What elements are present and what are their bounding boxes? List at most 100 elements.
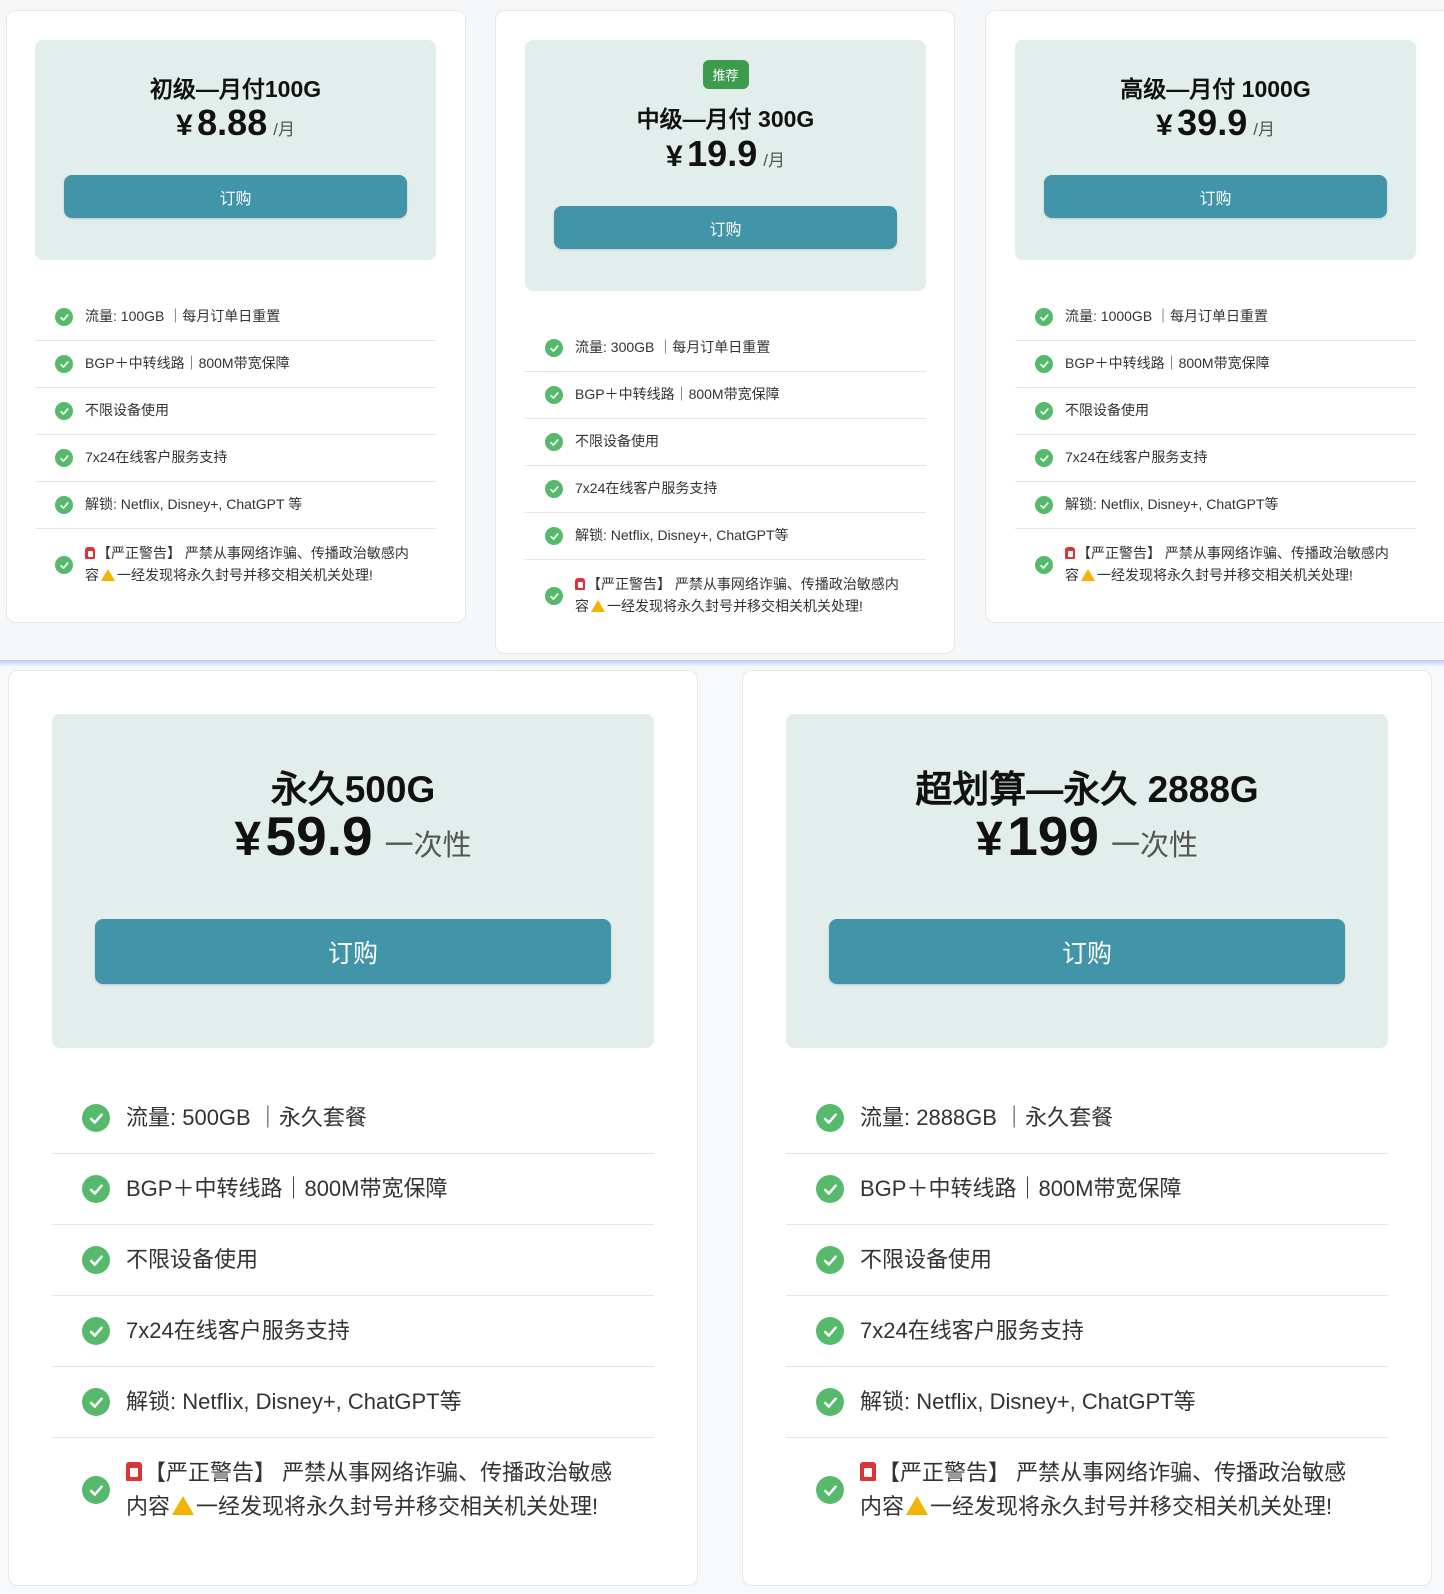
siren-emoji-icon	[575, 578, 585, 591]
siren-emoji-icon	[126, 1461, 142, 1481]
plan-card-lifetime-2888g: 超划算—永久 2888G ¥ 199 一次性 订购 流量: 2888GB ｜永久套…	[742, 670, 1432, 1586]
price-currency: ¥	[176, 109, 193, 142]
feature-text: 流量: 1000GB ｜每月订单日重置	[1065, 308, 1269, 325]
feature-warning: 【严正警告】 严禁从事网络诈骗、传播政治敏感内容 一经发现将永久封号并移交相关机关…	[52, 1438, 654, 1542]
feature-item: 7x24在线客户服务支持	[525, 466, 926, 513]
feature-text: 7x24在线客户服务支持	[126, 1317, 350, 1343]
feature-warning: 【严正警告】 严禁从事网络诈骗、传播政治敏感内容 一经发现将永久封号并移交相关机关…	[525, 560, 926, 632]
recommended-badge: 推荐	[702, 60, 749, 89]
check-circle-icon	[816, 1388, 844, 1416]
siren-emoji-icon	[860, 1461, 876, 1481]
check-circle-icon	[816, 1317, 844, 1345]
feature-text: 解锁: Netflix, Disney+, ChatGPT 等	[85, 496, 303, 513]
check-circle-icon	[1035, 308, 1053, 326]
feature-text: 流量: 300GB ｜每月订单日重置	[575, 339, 771, 356]
feature-text: BGP＋中转线路｜800M带宽保障	[860, 1175, 1182, 1201]
check-circle-icon	[1035, 556, 1053, 574]
warning-text: 【严正警告】 严禁从事网络诈骗、传播政治敏感内容 一经发现将永久封号并移交相关机关…	[85, 543, 436, 586]
plan-price: ¥ 199 一次性	[786, 804, 1388, 868]
warning-text-part2: 一经发现将永久封号并移交相关机关处理!	[1097, 567, 1353, 583]
plan-hero: 超划算—永久 2888G ¥ 199 一次性 订购	[786, 714, 1388, 1048]
warning-text-part2: 一经发现将永久封号并移交相关机关处理!	[196, 1494, 599, 1519]
price-currency: ¥	[666, 140, 683, 173]
plan-card-standard-monthly: 推荐 中级—月付 300G ¥ 19.9/月 订购 流量: 300GB ｜每月订…	[495, 10, 955, 654]
warning-triangle-icon	[591, 600, 605, 612]
siren-emoji-icon	[1065, 547, 1075, 560]
feature-item: 流量: 500GB ｜永久套餐	[52, 1083, 654, 1154]
plan-title: 高级—月付 1000G	[1120, 76, 1311, 102]
feature-item: 不限设备使用	[1015, 388, 1416, 435]
price-amount: 8.88	[197, 102, 268, 143]
price-amount: 39.9	[1177, 102, 1248, 143]
plan-hero: 推荐 中级—月付 300G ¥ 19.9/月 订购	[525, 40, 926, 291]
warning-triangle-icon	[101, 569, 115, 581]
price-amount: 199	[1007, 805, 1099, 867]
feature-text: 解锁: Netflix, Disney+, ChatGPT等	[860, 1388, 1196, 1414]
feature-item: 流量: 2888GB ｜永久套餐	[786, 1083, 1388, 1154]
check-circle-icon	[1035, 355, 1053, 373]
price-amount: 19.9	[687, 133, 758, 174]
check-circle-icon	[545, 339, 563, 357]
subscribe-button[interactable]: 订购	[829, 919, 1345, 984]
feature-text: 7x24在线客户服务支持	[1065, 449, 1208, 466]
feature-warning: 【严正警告】 严禁从事网络诈骗、传播政治敏感内容 一经发现将永久封号并移交相关机关…	[786, 1438, 1388, 1542]
feature-item: BGP＋中转线路｜800M带宽保障	[52, 1154, 654, 1225]
feature-item: 7x24在线客户服务支持	[786, 1296, 1388, 1367]
check-circle-icon	[82, 1476, 110, 1504]
plan-price: ¥ 59.9 一次性	[52, 804, 654, 868]
price-unit: /月	[1253, 120, 1275, 139]
check-circle-icon	[55, 402, 73, 420]
feature-list: 流量: 2888GB ｜永久套餐 BGP＋中转线路｜800M带宽保障 不限设备使…	[786, 1083, 1388, 1542]
feature-item: 不限设备使用	[786, 1225, 1388, 1296]
feature-text: BGP＋中转线路｜800M带宽保障	[85, 355, 290, 372]
check-circle-icon	[82, 1104, 110, 1132]
feature-text: BGP＋中转线路｜800M带宽保障	[575, 386, 780, 403]
check-circle-icon	[1035, 402, 1053, 420]
feature-text: 不限设备使用	[126, 1246, 259, 1272]
check-circle-icon	[1035, 449, 1053, 467]
price-unit: /月	[273, 120, 295, 139]
feature-list: 流量: 500GB ｜永久套餐 BGP＋中转线路｜800M带宽保障 不限设备使用…	[52, 1083, 654, 1542]
feature-item: 解锁: Netflix, Disney+, ChatGPT 等	[35, 482, 436, 529]
subscribe-button[interactable]: 订购	[64, 175, 407, 218]
feature-text: 流量: 500GB ｜永久套餐	[126, 1104, 367, 1130]
plan-price: ¥ 8.88/月	[35, 102, 436, 144]
warning-text-part2: 一经发现将永久封号并移交相关机关处理!	[930, 1494, 1333, 1519]
feature-text: 流量: 2888GB ｜永久套餐	[860, 1104, 1114, 1130]
check-circle-icon	[1035, 496, 1053, 514]
price-unit: 一次性	[1110, 830, 1198, 862]
feature-item: 7x24在线客户服务支持	[52, 1296, 654, 1367]
subscribe-button[interactable]: 订购	[1044, 175, 1387, 218]
plan-card-basic-monthly: 初级—月付100G ¥ 8.88/月 订购 流量: 100GB ｜每月订单日重置…	[6, 10, 466, 623]
feature-item: 流量: 100GB ｜每月订单日重置	[35, 294, 436, 341]
warning-text: 【严正警告】 严禁从事网络诈骗、传播政治敏感内容 一经发现将永久封号并移交相关机关…	[860, 1456, 1388, 1524]
plan-hero: 永久500G ¥ 59.9 一次性 订购	[52, 714, 654, 1048]
plan-card-lifetime-500g: 永久500G ¥ 59.9 一次性 订购 流量: 500GB ｜永久套餐 BGP＋…	[8, 670, 698, 1586]
feature-text: 不限设备使用	[860, 1246, 993, 1272]
warning-triangle-icon	[172, 1496, 195, 1515]
price-amount: 59.9	[265, 805, 373, 867]
plan-price: ¥ 39.9/月	[1015, 102, 1416, 144]
feature-item: 不限设备使用	[525, 419, 926, 466]
feature-text: BGP＋中转线路｜800M带宽保障	[1065, 355, 1270, 372]
subscribe-button[interactable]: 订购	[554, 206, 897, 249]
feature-item: 流量: 1000GB ｜每月订单日重置	[1015, 294, 1416, 341]
warning-text: 【严正警告】 严禁从事网络诈骗、传播政治敏感内容 一经发现将永久封号并移交相关机关…	[1065, 543, 1416, 586]
feature-warning: 【严正警告】 严禁从事网络诈骗、传播政治敏感内容 一经发现将永久封号并移交相关机关…	[35, 529, 436, 601]
siren-emoji-icon	[85, 547, 95, 560]
warning-text-part2: 一经发现将永久封号并移交相关机关处理!	[607, 598, 863, 614]
check-circle-icon	[545, 480, 563, 498]
feature-item: 解锁: Netflix, Disney+, ChatGPT等	[52, 1367, 654, 1438]
plan-hero: 初级—月付100G ¥ 8.88/月 订购	[35, 40, 436, 260]
warning-text: 【严正警告】 严禁从事网络诈骗、传播政治敏感内容 一经发现将永久封号并移交相关机关…	[575, 574, 926, 617]
feature-item: 解锁: Netflix, Disney+, ChatGPT等	[1015, 482, 1416, 529]
check-circle-icon	[82, 1388, 110, 1416]
feature-list: 流量: 1000GB ｜每月订单日重置 BGP＋中转线路｜800M带宽保障 不限…	[1015, 294, 1416, 601]
feature-item: 7x24在线客户服务支持	[1015, 435, 1416, 482]
feature-item: BGP＋中转线路｜800M带宽保障	[1015, 341, 1416, 388]
feature-text: 7x24在线客户服务支持	[85, 449, 228, 466]
feature-text: 7x24在线客户服务支持	[575, 480, 718, 497]
feature-text: 解锁: Netflix, Disney+, ChatGPT等	[575, 527, 789, 544]
subscribe-button[interactable]: 订购	[95, 919, 611, 984]
feature-list: 流量: 100GB ｜每月订单日重置 BGP＋中转线路｜800M带宽保障 不限设…	[35, 294, 436, 601]
